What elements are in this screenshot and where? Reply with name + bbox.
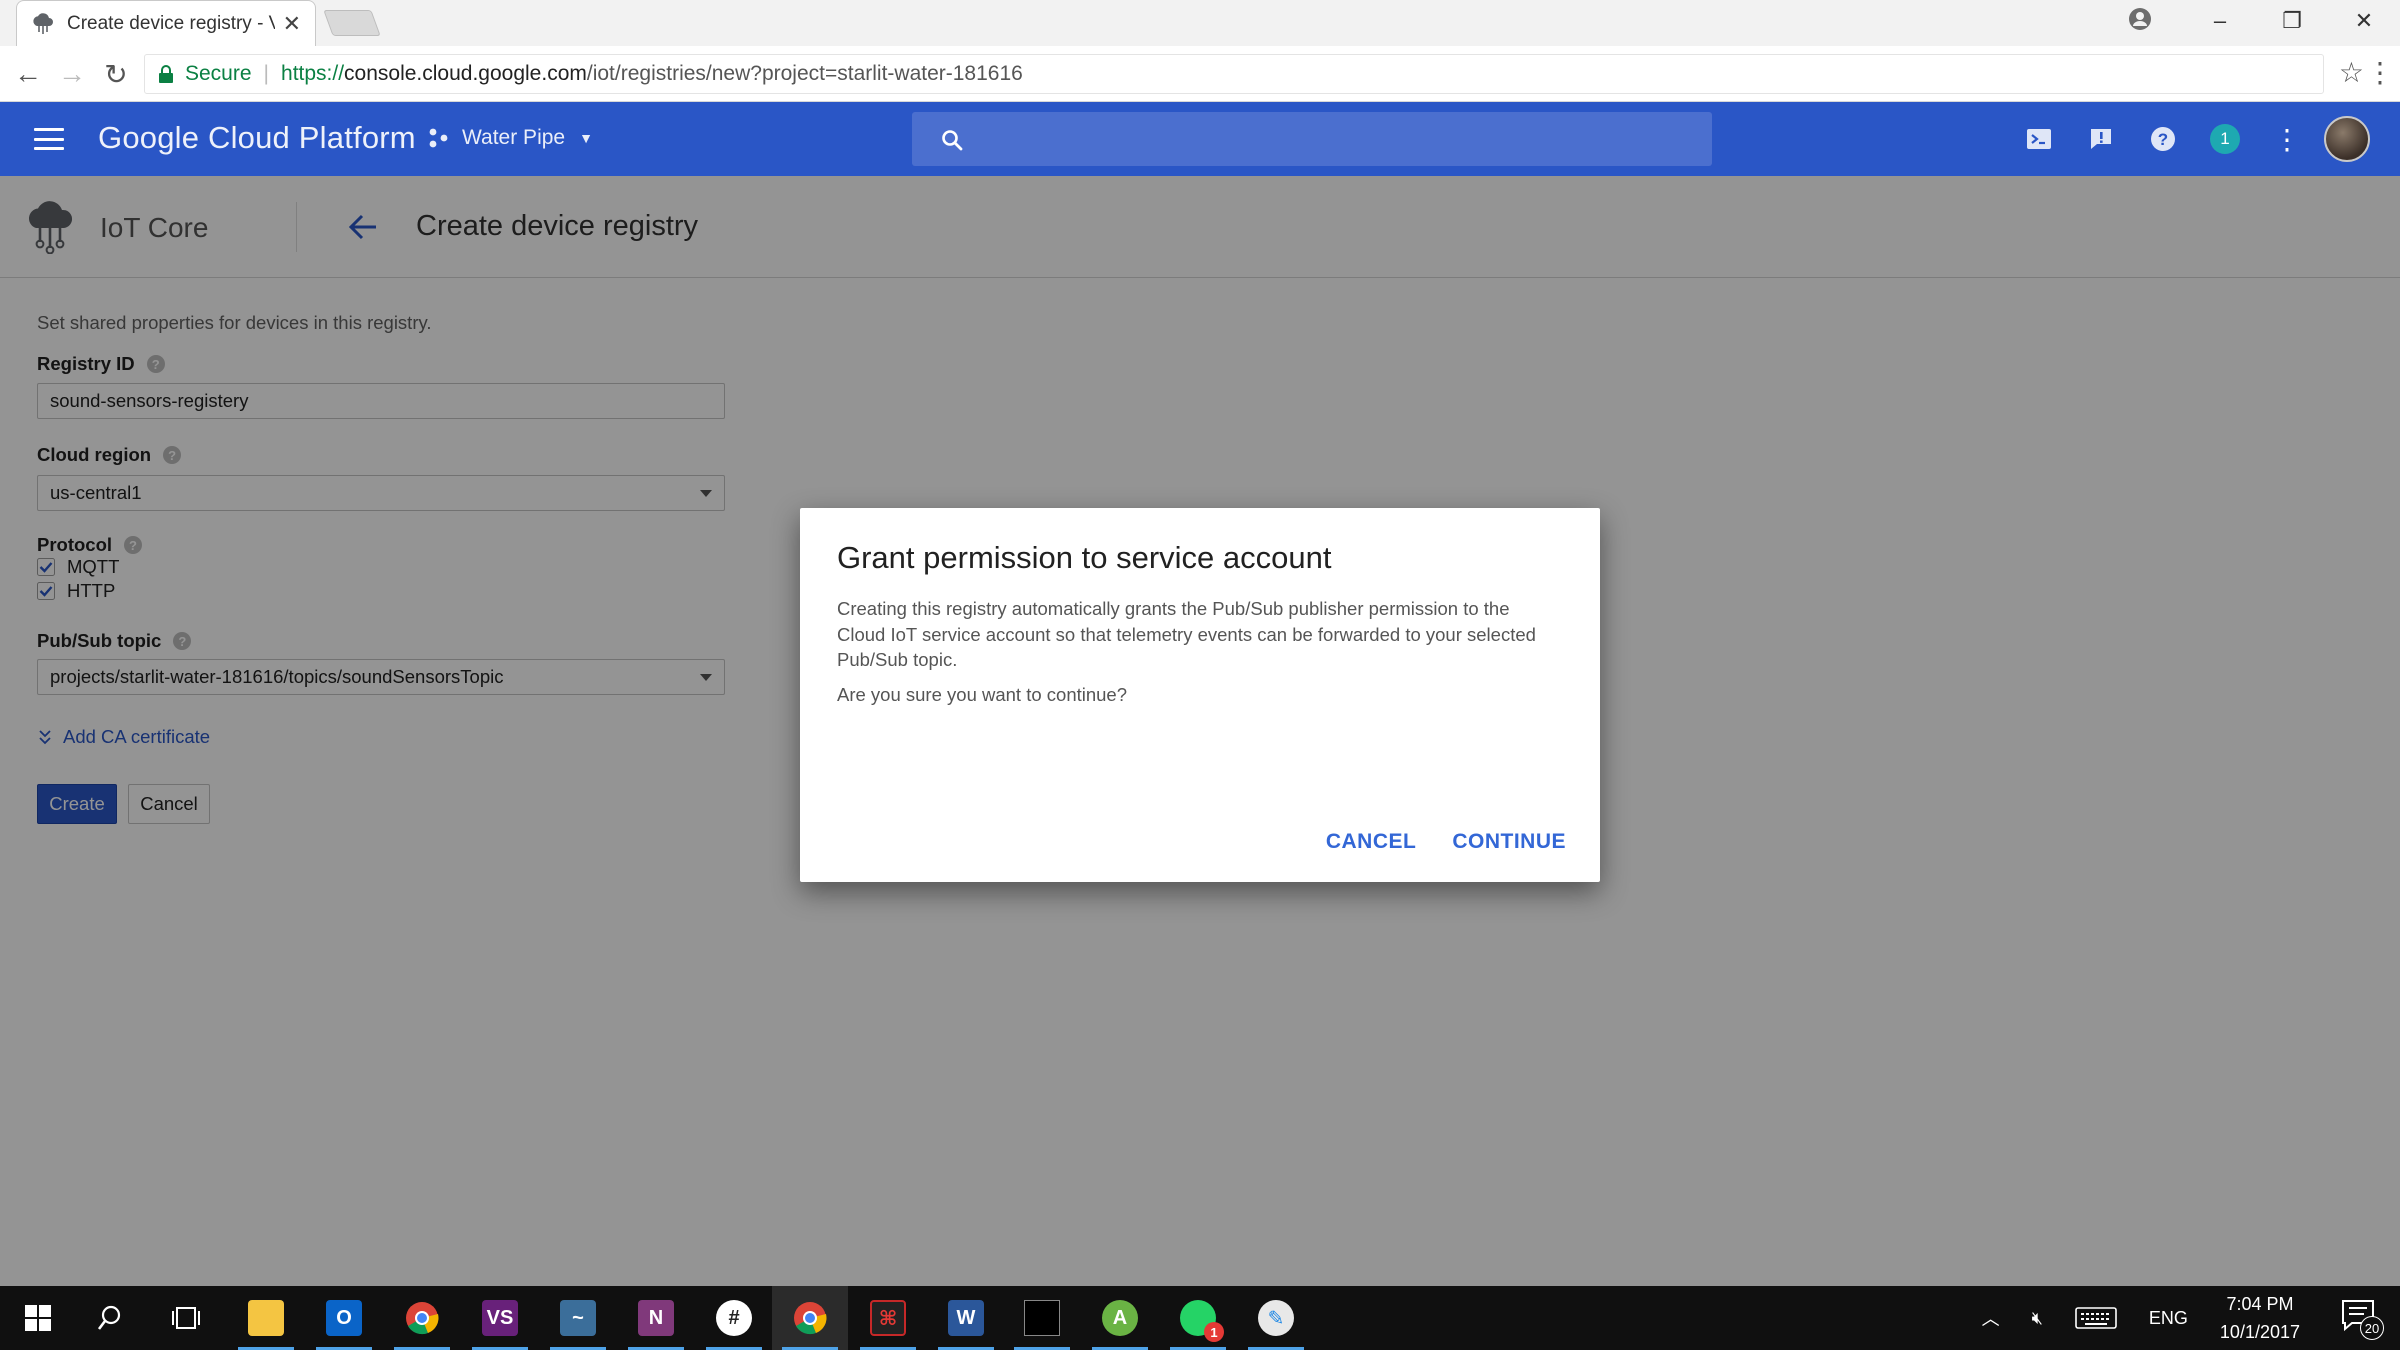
project-name: Water Pipe	[462, 126, 566, 149]
slack-icon: #	[716, 1300, 752, 1336]
bookmark-star-icon[interactable]: ☆	[2339, 56, 2364, 89]
dialog-title: Grant permission to service account	[837, 540, 1332, 575]
taskbar-slack[interactable]: #	[696, 1286, 772, 1350]
onenote-icon: N	[638, 1300, 674, 1336]
back-icon[interactable]: ←	[12, 58, 44, 90]
taskbar-acrobat[interactable]: ⌘	[850, 1286, 926, 1350]
acrobat-icon: ⌘	[870, 1300, 906, 1336]
taskbar-whatsapp[interactable]: 1	[1160, 1286, 1236, 1350]
taskbar-outlook[interactable]: O	[306, 1286, 382, 1350]
close-window-icon[interactable]: ✕	[2328, 8, 2400, 34]
reload-icon[interactable]: ↻	[100, 58, 132, 90]
dialog-actions: CANCEL CONTINUE	[1326, 830, 1566, 854]
outlook-icon: O	[326, 1300, 362, 1336]
hamburger-menu-icon[interactable]	[34, 128, 64, 150]
taskbar-word[interactable]: W	[928, 1286, 1004, 1350]
chrome-icon	[406, 1302, 439, 1335]
word-icon: W	[948, 1300, 984, 1336]
keyboard-icon[interactable]	[2075, 1305, 2117, 1331]
grant-permission-dialog: Grant permission to service account Crea…	[800, 508, 1600, 882]
mysql-workbench-icon: ~	[560, 1300, 596, 1336]
windows-logo-icon	[25, 1305, 51, 1331]
taskbar-mysql-workbench[interactable]: ~	[540, 1286, 616, 1350]
gcp-title[interactable]: Google Cloud Platform	[98, 120, 416, 156]
taskbar-android-studio[interactable]: A	[1082, 1286, 1158, 1350]
dialog-continue-button[interactable]: CONTINUE	[1452, 830, 1566, 854]
taskbar-search-icon	[97, 1305, 121, 1330]
url-scheme: https://	[281, 62, 345, 85]
dialog-body: Creating this registry automatically gra…	[837, 598, 1536, 670]
action-center-button[interactable]: 20	[2340, 1298, 2384, 1340]
lock-icon	[159, 65, 173, 83]
profile-icon[interactable]	[2128, 7, 2152, 31]
url-separator: |	[263, 62, 270, 85]
taskbar-paint[interactable]: ✎	[1238, 1286, 1314, 1350]
more-vert-icon[interactable]: ⋮	[2268, 120, 2306, 158]
search-icon	[942, 130, 963, 151]
minimize-icon[interactable]: –	[2184, 8, 2256, 34]
browser-tab-active[interactable]: Create device registry - V ✕	[16, 0, 316, 46]
search-input[interactable]	[912, 112, 1712, 166]
avatar[interactable]	[2324, 116, 2370, 162]
url-host: console.cloud.google.com	[344, 62, 587, 85]
iot-cloud-icon	[33, 12, 53, 34]
dialog-cancel-button[interactable]: CANCEL	[1326, 830, 1417, 854]
help-icon[interactable]: ?	[2144, 120, 2182, 158]
header-actions: ? 1 ⋮	[2020, 120, 2330, 158]
restore-icon[interactable]: ❐	[2256, 8, 2328, 34]
visual-studio-icon: VS	[482, 1300, 518, 1336]
taskbar-visual-studio[interactable]: VS	[462, 1286, 538, 1350]
tab-title: Create device registry - V	[67, 12, 275, 34]
taskbar-chrome-current[interactable]	[772, 1286, 848, 1350]
taskbar-terminal[interactable]	[1004, 1286, 1080, 1350]
secure-label: Secure	[185, 62, 252, 85]
folder-icon	[248, 1300, 284, 1336]
url-path: /iot/registries/new?project=starlit-wate…	[586, 62, 1023, 85]
windows-taskbar: O VS ~ N # ⌘ W A 1 ✎ ︿ 🔇︎ ENG 7:04 PM 10…	[0, 1286, 2400, 1350]
dialog-question: Are you sure you want to continue?	[837, 684, 1128, 705]
cloud-shell-icon[interactable]	[2020, 120, 2058, 158]
project-picker[interactable]: Water Pipe ▼	[428, 126, 593, 150]
browser-toolbar: ← → ↻ Secure | https:// console.cloud.go…	[0, 46, 2400, 102]
feedback-icon[interactable]	[2082, 120, 2120, 158]
task-view-icon	[172, 1307, 200, 1329]
android-studio-icon: A	[1102, 1300, 1138, 1336]
project-icon	[429, 128, 448, 148]
action-center-count: 20	[2360, 1316, 2384, 1340]
language-indicator[interactable]: ENG	[2149, 1308, 2188, 1329]
forward-icon[interactable]: →	[56, 58, 88, 90]
chrome-icon	[794, 1302, 827, 1335]
tray-expand-icon[interactable]: ︿	[1982, 1305, 2000, 1331]
address-bar[interactable]: Secure | https:// console.cloud.google.c…	[144, 54, 2324, 94]
whatsapp-badge: 1	[1204, 1322, 1224, 1342]
taskbar-chrome[interactable]	[384, 1286, 460, 1350]
clock-time: 7:04 PM	[2226, 1294, 2294, 1314]
browser-menu-icon[interactable]: ⋮	[2366, 56, 2394, 89]
clock-date: 10/1/2017	[2219, 1322, 2300, 1342]
window-controls: – ❐ ✕	[2184, 0, 2400, 42]
svg-text:?: ?	[2158, 130, 2168, 149]
task-view-button[interactable]	[148, 1286, 224, 1350]
chevron-down-icon: ▼	[579, 130, 593, 146]
browser-tab-bar: Create device registry - V ✕ – ❐ ✕	[0, 0, 2400, 46]
clock[interactable]: 7:04 PM 10/1/2017	[2220, 1290, 2300, 1346]
notification-badge: 1	[2210, 124, 2240, 154]
taskbar-file-explorer[interactable]	[228, 1286, 304, 1350]
taskbar-onenote[interactable]: N	[618, 1286, 694, 1350]
notifications-icon[interactable]: 1	[2206, 120, 2244, 158]
tab-close-icon[interactable]: ✕	[283, 11, 301, 37]
volume-muted-icon[interactable]: 🔇︎	[2032, 1308, 2043, 1329]
terminal-icon	[1024, 1300, 1060, 1336]
system-tray: ︿ 🔇︎ ENG 7:04 PM 10/1/2017 20	[1982, 1286, 2400, 1350]
taskbar-search-button[interactable]	[72, 1286, 148, 1350]
whatsapp-icon: 1	[1180, 1300, 1224, 1342]
gcp-header: Google Cloud Platform Water Pipe ▼ ? 1 ⋮	[0, 102, 2400, 176]
start-button[interactable]	[0, 1286, 76, 1350]
new-tab-button[interactable]	[323, 10, 381, 36]
paint-icon: ✎	[1258, 1300, 1294, 1336]
